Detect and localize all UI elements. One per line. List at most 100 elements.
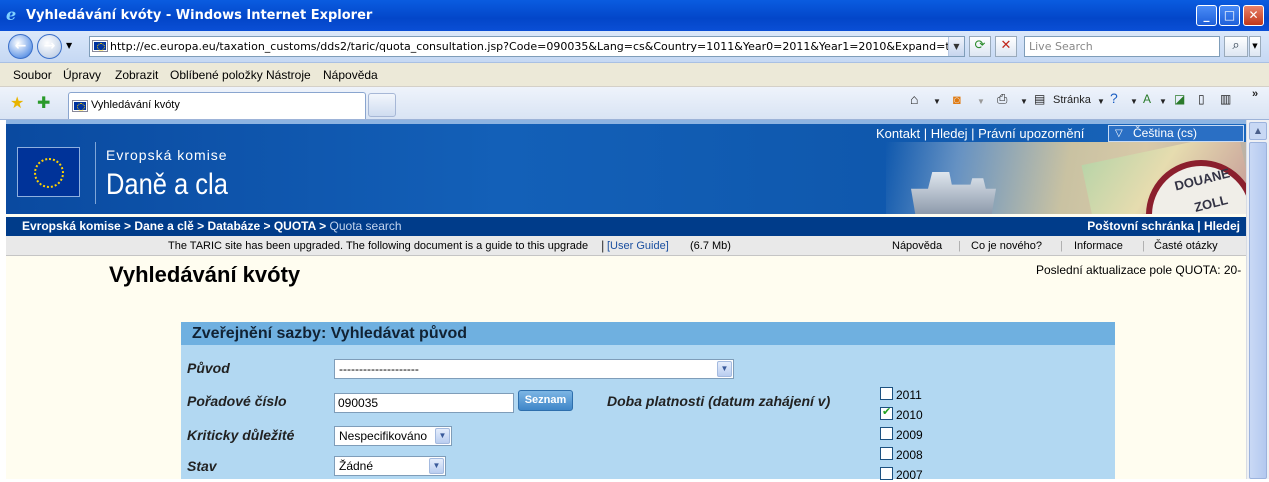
info-bar: The TARIC site has been upgraded. The fo…: [6, 236, 1246, 256]
internet-explorer-icon: e: [6, 5, 17, 24]
status-select[interactable]: Žádné ▼: [334, 456, 446, 476]
link-informace[interactable]: Informace: [1074, 240, 1123, 252]
back-button[interactable]: ←: [8, 34, 33, 59]
home-icon[interactable]: ⌂: [910, 91, 918, 107]
critical-select[interactable]: Nespecifikováno ▼: [334, 426, 452, 446]
guide-size: (6.7 Mb): [690, 240, 731, 252]
research-dropdown-icon[interactable]: ▼: [1159, 97, 1167, 106]
year-checkbox-2009[interactable]: [880, 427, 893, 440]
chevron-down-icon: ▼: [717, 361, 732, 377]
user-guide-link[interactable]: [User Guide]: [607, 240, 669, 252]
breadcrumb: Evropská komise > Dane a clě > Databáze …: [6, 217, 1246, 236]
menu-oblibene-polozky[interactable]: Oblíbené položky: [170, 68, 263, 82]
year-label: 2008: [896, 448, 923, 462]
address-toolbar: ← → ▼ http://ec.europa.eu/taxation_custo…: [0, 31, 1269, 63]
year-label: 2010: [896, 408, 923, 422]
print-dropdown-icon[interactable]: ▼: [1020, 97, 1028, 106]
top-links: Kontakt | Hledej | Právní upozornění: [876, 126, 1085, 141]
link-postovni-schranka[interactable]: Poštovní schránka: [1087, 219, 1194, 233]
crumb-evropska-komise[interactable]: Evropská komise: [22, 219, 121, 233]
link-napoveda[interactable]: Nápověda: [892, 240, 942, 252]
tab-toolbar: ★ ✚ Vyhledávání kvóty ⌂ ▼ ◙ ▼ ⎙ ▼ ▤ Strá…: [0, 87, 1269, 120]
forward-button[interactable]: →: [37, 34, 62, 59]
crumb-quota[interactable]: QUOTA: [274, 219, 316, 233]
list-button[interactable]: Seznam: [518, 390, 573, 411]
recent-pages-dropdown-icon[interactable]: ▼: [66, 41, 72, 50]
crumb-dane-a-cle[interactable]: Dane a clě: [134, 219, 193, 233]
tab-title: Vyhledávání kvóty: [91, 99, 180, 111]
year-label: 2009: [896, 428, 923, 442]
year-checkbox-2008[interactable]: [880, 447, 893, 460]
minimize-button[interactable]: _: [1196, 5, 1217, 26]
scroll-up-icon[interactable]: ▲: [1249, 122, 1267, 140]
menu-bar: Soubor Úpravy Zobrazit Oblíbené položky …: [0, 63, 1269, 87]
search-icon[interactable]: ⌕: [1224, 36, 1248, 57]
menu-soubor[interactable]: Soubor: [13, 68, 52, 82]
new-tab-button[interactable]: [368, 93, 396, 117]
tab-vyhledavani-kvoty[interactable]: Vyhledávání kvóty: [68, 92, 366, 119]
validity-label: Doba platnosti (datum zahájení v): [607, 393, 831, 409]
rss-feed-icon[interactable]: ◙: [953, 92, 961, 107]
eu-flag-favicon-icon: [92, 40, 108, 52]
favorites-star-icon[interactable]: ★: [10, 93, 24, 112]
search-options-dropdown-icon[interactable]: ▼: [1249, 36, 1261, 57]
link-pravni-upozorneni[interactable]: Právní upozornění: [978, 126, 1084, 141]
link-hledej-top[interactable]: Hledej: [931, 126, 968, 141]
menu-nastroje[interactable]: Nástroje: [266, 68, 311, 82]
year-checkbox-2007[interactable]: [880, 467, 893, 480]
help-dropdown-icon[interactable]: ▼: [1130, 97, 1138, 106]
close-window-button[interactable]: ✕: [1243, 5, 1264, 26]
origin-select[interactable]: -------------------- ▼: [334, 359, 734, 379]
menu-zobrazit[interactable]: Zobrazit: [115, 68, 158, 82]
page-dropdown-icon[interactable]: ▼: [1097, 97, 1105, 106]
link-kontakt[interactable]: Kontakt: [876, 126, 920, 141]
year-label: 2007: [896, 468, 923, 482]
order-number-input[interactable]: 090035: [334, 393, 514, 413]
crumb-current: Quota search: [329, 219, 402, 233]
origin-label: Původ: [187, 360, 230, 376]
menu-upravy[interactable]: Úpravy: [63, 68, 101, 82]
window-title-bar: e Vyhledávání kvóty - Windows Internet E…: [0, 0, 1269, 31]
upgrade-notice: The TARIC site has been upgraded. The fo…: [168, 240, 589, 252]
vertical-scrollbar[interactable]: ▲: [1246, 120, 1269, 479]
org-name[interactable]: Evropská komise: [106, 147, 228, 163]
scroll-thumb[interactable]: [1249, 142, 1267, 479]
form-heading: Zveřejnění sazby: Vyhledávat původ: [181, 322, 1115, 345]
year-checkbox-2011[interactable]: [880, 387, 893, 400]
order-number-label: Pořadové číslo: [187, 393, 287, 409]
add-favorite-icon[interactable]: ✚: [37, 93, 50, 112]
crumb-databaze[interactable]: Databáze: [207, 219, 260, 233]
eu-flag-tab-icon: [72, 100, 88, 112]
link-co-je-noveho[interactable]: Co je nového?: [971, 240, 1042, 252]
language-selector[interactable]: ▽ Čeština (cs): [1108, 125, 1244, 142]
menu-napoveda[interactable]: Nápověda: [323, 68, 378, 82]
chevron-down-icon: ▼: [429, 458, 444, 474]
page-menu-label[interactable]: Stránka: [1053, 94, 1091, 106]
search-input[interactable]: Live Search: [1024, 36, 1220, 57]
stop-button[interactable]: ✕: [995, 36, 1017, 57]
print-icon[interactable]: ⎙: [997, 91, 1007, 107]
translate-icon[interactable]: ◪: [1174, 92, 1185, 106]
more-tools-chevron-icon[interactable]: »: [1252, 88, 1258, 100]
feed-dropdown-icon[interactable]: ▼: [977, 97, 985, 106]
site-name[interactable]: Daně a cla: [106, 168, 228, 202]
help-icon[interactable]: ?: [1110, 90, 1118, 106]
year-checkbox-2010[interactable]: [880, 405, 893, 420]
year-label: 2011: [896, 388, 922, 402]
link-hledej[interactable]: Hledej: [1204, 219, 1240, 233]
page-menu-icon[interactable]: ▤: [1034, 92, 1045, 106]
home-dropdown-icon[interactable]: ▼: [933, 97, 941, 106]
research-icon[interactable]: A: [1143, 92, 1151, 106]
maximize-button[interactable]: □: [1219, 5, 1240, 26]
critical-label: Kriticky důležité: [187, 427, 295, 443]
address-field[interactable]: http://ec.europa.eu/taxation_customs/dds…: [89, 36, 965, 57]
research-books-icon[interactable]: ▥: [1220, 92, 1231, 106]
url-text: http://ec.europa.eu/taxation_customs/dds…: [110, 40, 965, 53]
eu-logo[interactable]: [17, 147, 80, 197]
refresh-button[interactable]: ⟳: [969, 36, 991, 57]
triangle-down-icon: ▽: [1115, 128, 1123, 139]
phone-icon[interactable]: ▯: [1198, 92, 1205, 106]
page-title: Vyhledávání kvóty: [109, 262, 301, 287]
link-caste-otazky[interactable]: Časté otázky: [1154, 240, 1218, 252]
address-dropdown-icon[interactable]: ▼: [948, 37, 964, 56]
